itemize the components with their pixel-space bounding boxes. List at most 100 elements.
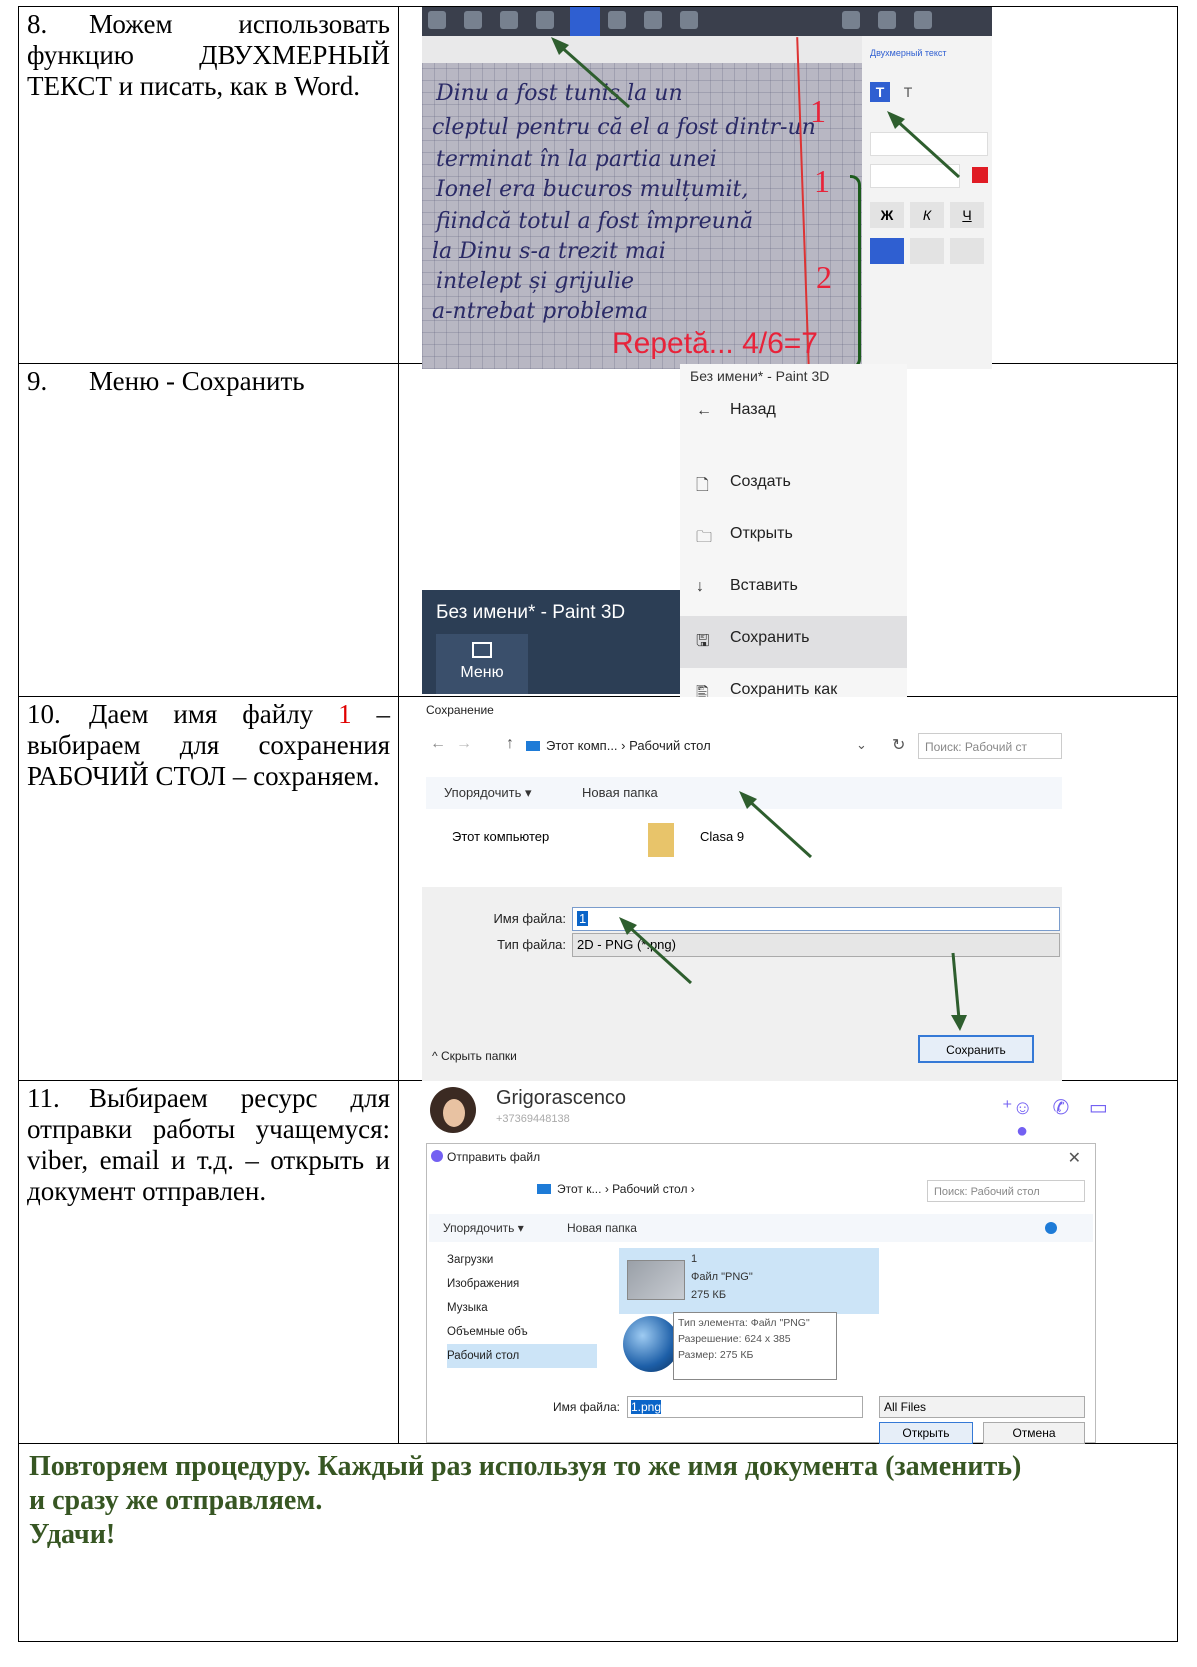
up-icon[interactable]: ↑	[506, 735, 514, 753]
canvas-icon	[644, 11, 662, 29]
tree-item[interactable]: Объемные объ	[447, 1320, 597, 1344]
file-thumbnail	[627, 1260, 685, 1300]
info-icon[interactable]: ●	[1016, 1120, 1028, 1142]
align-right-button[interactable]	[950, 238, 984, 264]
file-details: 1 Файл "PNG" 275 КБ	[691, 1250, 753, 1304]
menu-header: Без имени* - Paint 3D	[690, 368, 830, 384]
tree-item-this-pc[interactable]: Этот компьютер	[452, 829, 549, 844]
history-icon	[878, 11, 896, 29]
new-file-icon: 🗋	[696, 477, 709, 494]
underline-button[interactable]: Ч	[950, 202, 984, 228]
paint3d-titlebar: Без имени* - Paint 3D Меню	[422, 590, 680, 694]
folder-item[interactable]: Clasa 9	[700, 829, 744, 844]
chevron-down-icon[interactable]: ⌄	[856, 737, 867, 753]
step-9-description: 9. Меню - Сохранить	[18, 363, 399, 697]
menu-item-open[interactable]: 🗀 Открыть	[680, 512, 907, 564]
menu-item-save[interactable]: 🖫 Сохранить	[680, 616, 907, 668]
viber-icon	[431, 1150, 443, 1162]
cancel-button[interactable]: Отмена	[983, 1422, 1085, 1444]
menu-button[interactable]: Меню	[436, 634, 528, 694]
step-8-description: 8. Можем использовать функцию ДВУХМЕРНЫЙ …	[18, 6, 399, 364]
step-number: 10.	[27, 699, 61, 729]
handwriting-line: fiindcă totul a fost împreună	[436, 209, 754, 234]
filename-input[interactable]: 1	[572, 907, 1060, 931]
organize-button[interactable]: Упорядочить ▾	[444, 777, 532, 809]
footer-line: Удачи!	[29, 1519, 116, 1550]
align-left-button[interactable]	[870, 238, 904, 264]
text-color-swatch[interactable]	[972, 167, 988, 183]
filetype-label: Тип файла:	[497, 937, 566, 952]
handwriting-line: terminat în la partia unei	[436, 147, 717, 172]
add-participant-icon[interactable]: ⁺☺	[1002, 1097, 1033, 1119]
tree-item[interactable]: Загрузки	[447, 1248, 597, 1272]
filetype-select[interactable]: 2D - PNG (*.png)	[572, 933, 1060, 957]
insert-icon: ↓	[696, 578, 704, 595]
3d-text-button[interactable]: T	[898, 82, 918, 102]
footer-note: Повторяем процедуру. Каждый раз использу…	[18, 1443, 1178, 1642]
command-bar: Упорядочить ▾ Новая папка	[429, 1214, 1093, 1242]
save-button[interactable]: Сохранить	[918, 1035, 1034, 1063]
menu-item-new[interactable]: 🗋 Создать	[680, 460, 907, 512]
menu-item-label: Сохранить	[730, 629, 810, 646]
tree-item[interactable]: Музыка	[447, 1296, 597, 1320]
step-8-screenshot: Dinu a fost tunis la un cleptul pentru c…	[398, 6, 1178, 369]
handwriting-line: Dinu a fost tunis la un	[436, 81, 683, 106]
window-title: Без имени* - Paint 3D	[436, 602, 626, 623]
menu-item-label: Открыть	[730, 525, 793, 542]
filename-input[interactable]: 1.png	[627, 1396, 863, 1418]
path-breadcrumb[interactable]: Этот к... › Рабочий стол ›	[557, 1182, 695, 1196]
save-dialog: Сохранение ← → ↑ Этот комп... › Рабочий …	[422, 697, 1062, 1081]
search-input[interactable]: Поиск: Рабочий стол	[927, 1180, 1085, 1202]
font-size-field[interactable]	[870, 164, 960, 188]
help-icon[interactable]	[1045, 1222, 1057, 1234]
align-center-button[interactable]	[910, 238, 944, 264]
file-item[interactable]: 1 Файл "PNG" 275 КБ	[619, 1248, 879, 1314]
back-icon[interactable]: ←	[430, 735, 446, 753]
open-button[interactable]: Открыть	[879, 1422, 973, 1444]
command-bar: Упорядочить ▾ Новая папка	[426, 777, 1062, 809]
step-9-screenshot: Без имени* - Paint 3D Меню Без имени* - …	[398, 363, 1178, 702]
red-mark-1: 1	[810, 93, 826, 129]
filename-value: 1	[577, 911, 589, 926]
brush-icon	[428, 11, 446, 29]
highlighted-filename: 1	[338, 699, 352, 729]
hide-folders-toggle[interactable]: ^ Скрыть папки	[432, 1049, 517, 1063]
new-folder-button[interactable]: Новая папка	[567, 1214, 637, 1242]
step-text: Даем имя файлу	[89, 699, 339, 729]
path-breadcrumb[interactable]: Этот комп... › Рабочий стол	[546, 731, 846, 761]
text-tool-icon	[570, 7, 600, 36]
forward-icon[interactable]: →	[456, 735, 472, 753]
font-select[interactable]	[870, 132, 988, 156]
search-input[interactable]: Поиск: Рабочий ст	[918, 733, 1062, 759]
folder-icon	[648, 823, 674, 857]
video-icon[interactable]: ▭	[1089, 1097, 1108, 1119]
menu-item-back[interactable]: ← Назад	[680, 388, 907, 440]
menu-item-save-as[interactable]: 🖺 Сохранить как	[680, 668, 907, 702]
menu-item-insert[interactable]: ↓ Вставить	[680, 564, 907, 616]
avatar	[430, 1087, 476, 1133]
2d-text-button[interactable]: T	[870, 82, 890, 102]
menu-item-label: Вставить	[730, 577, 798, 594]
call-icons: ⁺☺ ✆ ▭ ●	[1002, 1095, 1130, 1143]
call-icon[interactable]: ✆	[1053, 1097, 1070, 1119]
menu-icon	[914, 11, 932, 29]
close-icon[interactable]: ✕	[1068, 1148, 1081, 1168]
tree-item-selected[interactable]: Рабочий стол	[447, 1344, 597, 1368]
contact-phone: +37369448138	[496, 1113, 570, 1125]
dialog-bottom: Имя файла: 1 Тип файла: 2D - PNG (*.png)…	[422, 887, 1062, 1081]
bold-button[interactable]: Ж	[870, 202, 904, 228]
italic-button[interactable]: К	[910, 202, 944, 228]
tree-item[interactable]: Изображения	[447, 1272, 597, 1296]
menu-item-label: Назад	[730, 401, 776, 418]
organize-button[interactable]: Упорядочить ▾	[443, 1214, 524, 1242]
refresh-icon[interactable]: ↻	[892, 735, 905, 755]
2d-shapes-icon	[464, 11, 482, 29]
filetype-filter[interactable]: All Files	[879, 1396, 1085, 1418]
step-10-description: 10. Даем имя файлу 1 – выбираем для сохра…	[18, 696, 399, 1081]
dialog-title: Отправить файл	[447, 1150, 541, 1164]
computer-icon	[526, 741, 540, 751]
filename-value: 1.png	[631, 1400, 662, 1414]
contact-name: Grigorascenco	[496, 1087, 627, 1109]
new-folder-button[interactable]: Новая папка	[582, 777, 658, 809]
file-tooltip: Тип элемента: Файл "PNG" Разрешение: 624…	[673, 1312, 837, 1380]
